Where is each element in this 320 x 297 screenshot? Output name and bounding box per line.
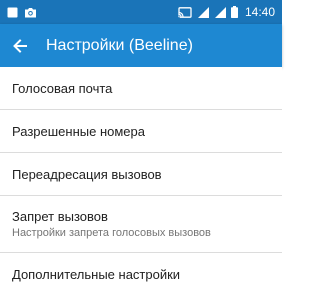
status-bar: 14:40: [0, 0, 282, 24]
status-time: 14:40: [244, 5, 275, 19]
page-title: Настройки (Beeline): [46, 36, 193, 54]
cell-signal-icon: [214, 6, 226, 18]
camera-icon: [24, 7, 37, 18]
menu-item-fixed-dialing[interactable]: Разрешенные номера: [0, 110, 282, 153]
wifi-signal-icon: [197, 6, 209, 18]
menu-item-title: Голосовая почта: [12, 80, 113, 96]
menu-item-subtitle: Настройки запрета голосовых вызовов: [12, 227, 211, 239]
menu-item-title: Переадресация вызовов: [12, 166, 162, 182]
menu-item-title: Дополнительные настройки: [12, 267, 181, 282]
cast-icon: [177, 6, 192, 18]
battery-icon: [230, 6, 238, 18]
menu-item-call-forwarding[interactable]: Переадресация вызовов: [0, 153, 282, 196]
menu-item-voicemail[interactable]: Голосовая почта: [0, 67, 282, 110]
menu-item-call-barring[interactable]: Запрет вызовов Настройки запрета голосов…: [0, 196, 282, 253]
menu-item-additional-settings[interactable]: Дополнительные настройки: [0, 253, 282, 296]
back-button[interactable]: [0, 24, 40, 67]
settings-menu: Голосовая почта Разрешенные номера Переа…: [0, 67, 282, 296]
menu-item-title: Разрешенные номера: [12, 123, 145, 139]
notification-square-icon: [7, 7, 18, 18]
arrow-left-icon: [13, 38, 27, 53]
toolbar: Настройки (Beeline): [0, 24, 282, 67]
menu-item-title: Запрет вызовов: [12, 209, 108, 224]
